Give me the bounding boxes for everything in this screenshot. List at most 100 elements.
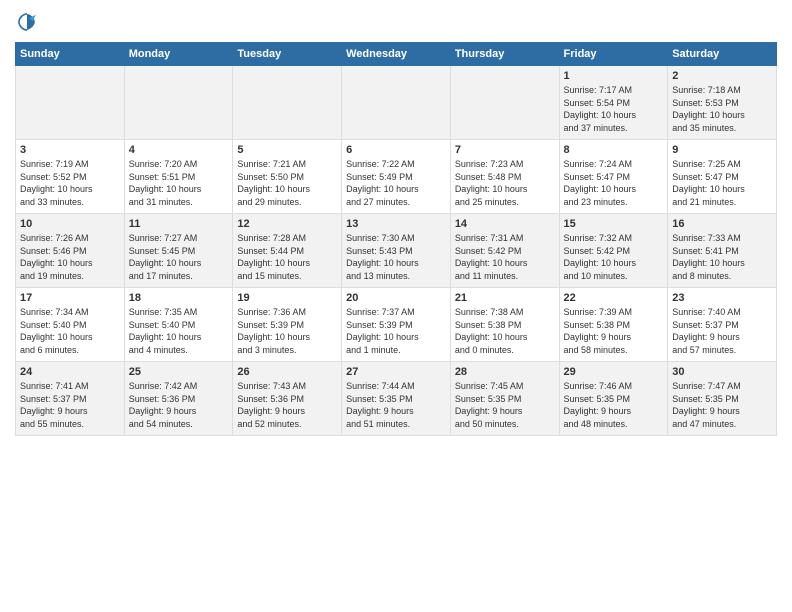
header-day-tuesday: Tuesday <box>233 43 342 66</box>
day-info: Sunrise: 7:41 AM Sunset: 5:37 PM Dayligh… <box>20 380 120 430</box>
calendar-cell: 5 Sunrise: 7:21 AM Sunset: 5:50 PM Daylig… <box>233 140 342 214</box>
day-number: 9 <box>672 144 772 156</box>
calendar-cell: 18 Sunrise: 7:35 AM Sunset: 5:40 PM Dayli… <box>124 288 233 362</box>
day-number: 23 <box>672 292 772 304</box>
day-info: Sunrise: 7:21 AM Sunset: 5:50 PM Dayligh… <box>237 158 337 208</box>
calendar-week-row: 3Sunrise: 7:19 AM Sunset: 5:52 PM Daylig… <box>16 140 777 214</box>
day-info: Sunrise: 7:26 AM Sunset: 5:46 PM Dayligh… <box>20 232 120 282</box>
calendar-cell: 28Sunrise: 7:45 AM Sunset: 5:35 PM Dayli… <box>450 362 559 436</box>
calendar-cell: 10Sunrise: 7:26 AM Sunset: 5:46 PM Dayli… <box>16 214 125 288</box>
day-number: 27 <box>346 366 446 378</box>
day-info: Sunrise: 7:19 AM Sunset: 5:52 PM Dayligh… <box>20 158 120 208</box>
day-number: 5 <box>237 144 337 156</box>
day-number: 17 <box>20 292 120 304</box>
calendar-cell: 2 Sunrise: 7:18 AM Sunset: 5:53 PM Daylig… <box>668 66 777 140</box>
calendar-cell <box>124 66 233 140</box>
calendar-cell <box>233 66 342 140</box>
day-info: Sunrise: 7:47 AM Sunset: 5:35 PM Dayligh… <box>672 380 772 430</box>
day-number: 1 <box>564 70 664 82</box>
calendar-week-row: 1 Sunrise: 7:17 AM Sunset: 5:54 PM Daylig… <box>16 66 777 140</box>
day-info: Sunrise: 7:33 AM Sunset: 5:41 PM Dayligh… <box>672 232 772 282</box>
day-info: Sunrise: 7:38 AM Sunset: 5:38 PM Dayligh… <box>455 306 555 356</box>
day-info: Sunrise: 7:39 AM Sunset: 5:38 PM Dayligh… <box>564 306 664 356</box>
header-day-thursday: Thursday <box>450 43 559 66</box>
calendar-cell: 8 Sunrise: 7:24 AM Sunset: 5:47 PM Daylig… <box>559 140 668 214</box>
calendar-cell: 19Sunrise: 7:36 AM Sunset: 5:39 PM Dayli… <box>233 288 342 362</box>
calendar-cell: 22 Sunrise: 7:39 AM Sunset: 5:38 PM Dayli… <box>559 288 668 362</box>
day-info: Sunrise: 7:43 AM Sunset: 5:36 PM Dayligh… <box>237 380 337 430</box>
calendar-cell: 27 Sunrise: 7:44 AM Sunset: 5:35 PM Dayli… <box>342 362 451 436</box>
logo-icon <box>15 10 39 34</box>
calendar-cell: 17 Sunrise: 7:34 AM Sunset: 5:40 PM Dayli… <box>16 288 125 362</box>
day-info: Sunrise: 7:18 AM Sunset: 5:53 PM Dayligh… <box>672 84 772 134</box>
calendar-cell: 25 Sunrise: 7:42 AM Sunset: 5:36 PM Dayli… <box>124 362 233 436</box>
calendar-cell: 16 Sunrise: 7:33 AM Sunset: 5:41 PM Dayli… <box>668 214 777 288</box>
day-info: Sunrise: 7:20 AM Sunset: 5:51 PM Dayligh… <box>129 158 229 208</box>
day-number: 8 <box>564 144 664 156</box>
day-info: Sunrise: 7:37 AM Sunset: 5:39 PM Dayligh… <box>346 306 446 356</box>
day-info: Sunrise: 7:31 AM Sunset: 5:42 PM Dayligh… <box>455 232 555 282</box>
day-info: Sunrise: 7:27 AM Sunset: 5:45 PM Dayligh… <box>129 232 229 282</box>
calendar-cell <box>342 66 451 140</box>
day-info: Sunrise: 7:23 AM Sunset: 5:48 PM Dayligh… <box>455 158 555 208</box>
header <box>15 10 777 34</box>
day-number: 24 <box>20 366 120 378</box>
day-info: Sunrise: 7:28 AM Sunset: 5:44 PM Dayligh… <box>237 232 337 282</box>
day-info: Sunrise: 7:34 AM Sunset: 5:40 PM Dayligh… <box>20 306 120 356</box>
calendar-cell: 12 Sunrise: 7:28 AM Sunset: 5:44 PM Dayli… <box>233 214 342 288</box>
day-number: 20 <box>346 292 446 304</box>
day-number: 16 <box>672 218 772 230</box>
day-info: Sunrise: 7:17 AM Sunset: 5:54 PM Dayligh… <box>564 84 664 134</box>
day-number: 22 <box>564 292 664 304</box>
calendar-cell: 7 Sunrise: 7:23 AM Sunset: 5:48 PM Daylig… <box>450 140 559 214</box>
day-number: 11 <box>129 218 229 230</box>
calendar-cell: 23Sunrise: 7:40 AM Sunset: 5:37 PM Dayli… <box>668 288 777 362</box>
day-number: 2 <box>672 70 772 82</box>
calendar-cell: 11 Sunrise: 7:27 AM Sunset: 5:45 PM Dayli… <box>124 214 233 288</box>
day-info: Sunrise: 7:30 AM Sunset: 5:43 PM Dayligh… <box>346 232 446 282</box>
day-number: 28 <box>455 366 555 378</box>
calendar-cell: 9 Sunrise: 7:25 AM Sunset: 5:47 PM Daylig… <box>668 140 777 214</box>
day-number: 25 <box>129 366 229 378</box>
day-number: 4 <box>129 144 229 156</box>
day-info: Sunrise: 7:25 AM Sunset: 5:47 PM Dayligh… <box>672 158 772 208</box>
header-day-friday: Friday <box>559 43 668 66</box>
day-number: 26 <box>237 366 337 378</box>
calendar-week-row: 10Sunrise: 7:26 AM Sunset: 5:46 PM Dayli… <box>16 214 777 288</box>
header-day-sunday: Sunday <box>16 43 125 66</box>
calendar-cell: 30 Sunrise: 7:47 AM Sunset: 5:35 PM Dayli… <box>668 362 777 436</box>
calendar-cell: 20 Sunrise: 7:37 AM Sunset: 5:39 PM Dayli… <box>342 288 451 362</box>
day-number: 30 <box>672 366 772 378</box>
calendar-cell <box>450 66 559 140</box>
header-day-saturday: Saturday <box>668 43 777 66</box>
calendar-cell: 4 Sunrise: 7:20 AM Sunset: 5:51 PM Daylig… <box>124 140 233 214</box>
day-info: Sunrise: 7:46 AM Sunset: 5:35 PM Dayligh… <box>564 380 664 430</box>
day-number: 29 <box>564 366 664 378</box>
calendar-cell: 1 Sunrise: 7:17 AM Sunset: 5:54 PM Daylig… <box>559 66 668 140</box>
day-info: Sunrise: 7:44 AM Sunset: 5:35 PM Dayligh… <box>346 380 446 430</box>
day-info: Sunrise: 7:24 AM Sunset: 5:47 PM Dayligh… <box>564 158 664 208</box>
day-number: 21 <box>455 292 555 304</box>
calendar-cell: 24 Sunrise: 7:41 AM Sunset: 5:37 PM Dayli… <box>16 362 125 436</box>
day-info: Sunrise: 7:35 AM Sunset: 5:40 PM Dayligh… <box>129 306 229 356</box>
day-number: 6 <box>346 144 446 156</box>
calendar-week-row: 24 Sunrise: 7:41 AM Sunset: 5:37 PM Dayli… <box>16 362 777 436</box>
calendar-cell: 3Sunrise: 7:19 AM Sunset: 5:52 PM Daylig… <box>16 140 125 214</box>
day-info: Sunrise: 7:42 AM Sunset: 5:36 PM Dayligh… <box>129 380 229 430</box>
day-info: Sunrise: 7:32 AM Sunset: 5:42 PM Dayligh… <box>564 232 664 282</box>
day-number: 19 <box>237 292 337 304</box>
calendar-cell: 21 Sunrise: 7:38 AM Sunset: 5:38 PM Dayli… <box>450 288 559 362</box>
day-number: 18 <box>129 292 229 304</box>
calendar-cell: 26 Sunrise: 7:43 AM Sunset: 5:36 PM Dayli… <box>233 362 342 436</box>
logo <box>15 10 43 34</box>
calendar-week-row: 17 Sunrise: 7:34 AM Sunset: 5:40 PM Dayli… <box>16 288 777 362</box>
day-number: 15 <box>564 218 664 230</box>
day-number: 7 <box>455 144 555 156</box>
calendar-cell: 6Sunrise: 7:22 AM Sunset: 5:49 PM Daylig… <box>342 140 451 214</box>
calendar-cell: 14Sunrise: 7:31 AM Sunset: 5:42 PM Dayli… <box>450 214 559 288</box>
calendar-cell <box>16 66 125 140</box>
calendar-cell: 13Sunrise: 7:30 AM Sunset: 5:43 PM Dayli… <box>342 214 451 288</box>
calendar-table: SundayMondayTuesdayWednesdayThursdayFrid… <box>15 42 777 436</box>
day-number: 12 <box>237 218 337 230</box>
calendar-cell: 15 Sunrise: 7:32 AM Sunset: 5:42 PM Dayli… <box>559 214 668 288</box>
